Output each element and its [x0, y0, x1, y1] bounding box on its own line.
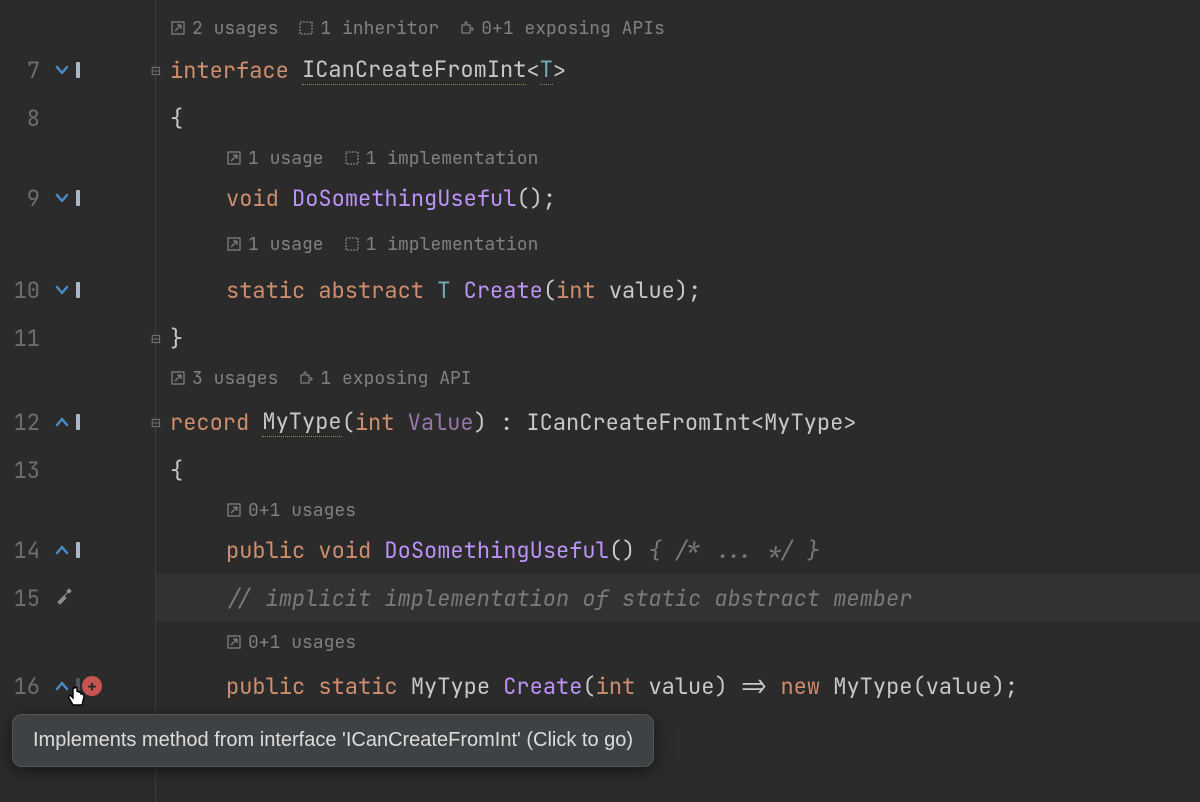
- line-number: 15: [0, 584, 44, 613]
- gutter-tooltip[interactable]: Implements method from interface 'ICanCr…: [12, 714, 654, 767]
- implements-up-icon[interactable]: [54, 542, 70, 558]
- implementing-down-icon[interactable]: [54, 62, 70, 78]
- line-number: 11: [0, 324, 44, 353]
- implementation-lens[interactable]: 1 implementation: [344, 147, 539, 170]
- type-parameter[interactable]: T: [540, 55, 553, 85]
- implementing-down-icon[interactable]: [54, 190, 70, 206]
- fold-handle[interactable]: ⊟: [148, 330, 164, 346]
- line-number: 7: [0, 56, 44, 85]
- param-type: int: [556, 276, 596, 305]
- implementing-down-icon[interactable]: [54, 282, 70, 298]
- usages-icon: [226, 634, 242, 650]
- usages-lens[interactable]: 1 usage: [226, 147, 324, 170]
- line-number: 10: [0, 276, 44, 305]
- keyword-interface: interface: [170, 56, 289, 85]
- line-number: 8: [0, 104, 44, 133]
- param-name[interactable]: value: [609, 276, 675, 305]
- return-type[interactable]: T: [437, 276, 450, 305]
- implements-up-icon[interactable]: [54, 414, 70, 430]
- return-type[interactable]: MyType: [411, 672, 490, 701]
- method-mark-icon: [76, 678, 80, 694]
- impl-icon: [344, 150, 360, 166]
- method-mark-icon: [76, 190, 80, 206]
- exposing-api-lens[interactable]: 0+1 exposing APIs: [459, 17, 665, 40]
- method-impl[interactable]: Create: [503, 672, 582, 701]
- puzzle-icon: [298, 370, 314, 386]
- implements-up-icon[interactable]: [54, 678, 70, 694]
- keyword-void: void: [226, 184, 279, 213]
- record-field[interactable]: Value: [408, 408, 474, 437]
- method-mark-icon: [76, 542, 80, 558]
- impl-icon: [344, 236, 360, 252]
- puzzle-icon: [459, 20, 475, 36]
- breakpoint-add-icon[interactable]: +: [82, 676, 102, 696]
- implementation-lens[interactable]: 1 implementation: [344, 233, 539, 256]
- usages-lens[interactable]: 0+1 usages: [226, 631, 356, 654]
- current-line[interactable]: // implicit implementation of static abs…: [156, 574, 1200, 622]
- comment: // implicit implementation of static abs…: [226, 584, 912, 613]
- keyword-static: static: [226, 276, 305, 305]
- fold-handle[interactable]: ⊟: [148, 62, 164, 78]
- gutter: 7 8 9 10: [0, 0, 156, 802]
- hammer-icon[interactable]: [54, 584, 74, 613]
- usages-lens[interactable]: 3 usages: [170, 367, 278, 390]
- usages-icon: [170, 370, 186, 386]
- inheritor-lens[interactable]: 1 inheritor: [298, 17, 439, 40]
- method-mark-icon: [76, 414, 80, 430]
- keyword-abstract: abstract: [318, 276, 424, 305]
- usages-icon: [226, 236, 242, 252]
- tooltip-text: Implements method from interface 'ICanCr…: [33, 729, 633, 751]
- open-brace: {: [170, 104, 183, 133]
- line-number: 9: [0, 184, 44, 213]
- usages-lens[interactable]: 2 usages: [170, 17, 278, 40]
- method-mark-icon: [76, 62, 80, 78]
- inheritor-icon: [298, 20, 314, 36]
- code-area[interactable]: 2 usages 1 inheritor 0+1 exposing APIs ⊟…: [156, 0, 1200, 802]
- line-number: 16: [0, 672, 44, 701]
- record-name[interactable]: MyType: [262, 407, 341, 437]
- close-brace: }: [170, 324, 183, 353]
- exposing-api-lens[interactable]: 1 exposing API: [298, 367, 471, 390]
- keyword-new: new: [780, 672, 820, 701]
- open-brace: {: [170, 456, 183, 485]
- interface-name[interactable]: ICanCreateFromInt: [302, 55, 526, 85]
- usages-lens[interactable]: 0+1 usages: [226, 499, 356, 522]
- usages-lens[interactable]: 1 usage: [226, 233, 324, 256]
- fold-handle[interactable]: ⊟: [148, 414, 164, 430]
- line-number: 13: [0, 456, 44, 485]
- line-number: 12: [0, 408, 44, 437]
- usages-icon: [170, 20, 186, 36]
- line-number: 14: [0, 536, 44, 565]
- inline-body: { /* ... */ }: [635, 536, 820, 565]
- method-decl[interactable]: DoSomethingUseful: [292, 184, 516, 213]
- method-impl[interactable]: DoSomethingUseful: [384, 536, 608, 565]
- editor-root: 7 8 9 10: [0, 0, 1200, 802]
- type-arg[interactable]: MyType: [764, 408, 843, 437]
- keyword-record: record: [170, 408, 249, 437]
- usages-icon: [226, 150, 242, 166]
- usages-icon: [226, 502, 242, 518]
- base-type[interactable]: ICanCreateFromInt: [526, 408, 750, 437]
- method-decl[interactable]: Create: [464, 276, 543, 305]
- keyword-public: public: [226, 536, 305, 565]
- method-mark-icon: [76, 282, 80, 298]
